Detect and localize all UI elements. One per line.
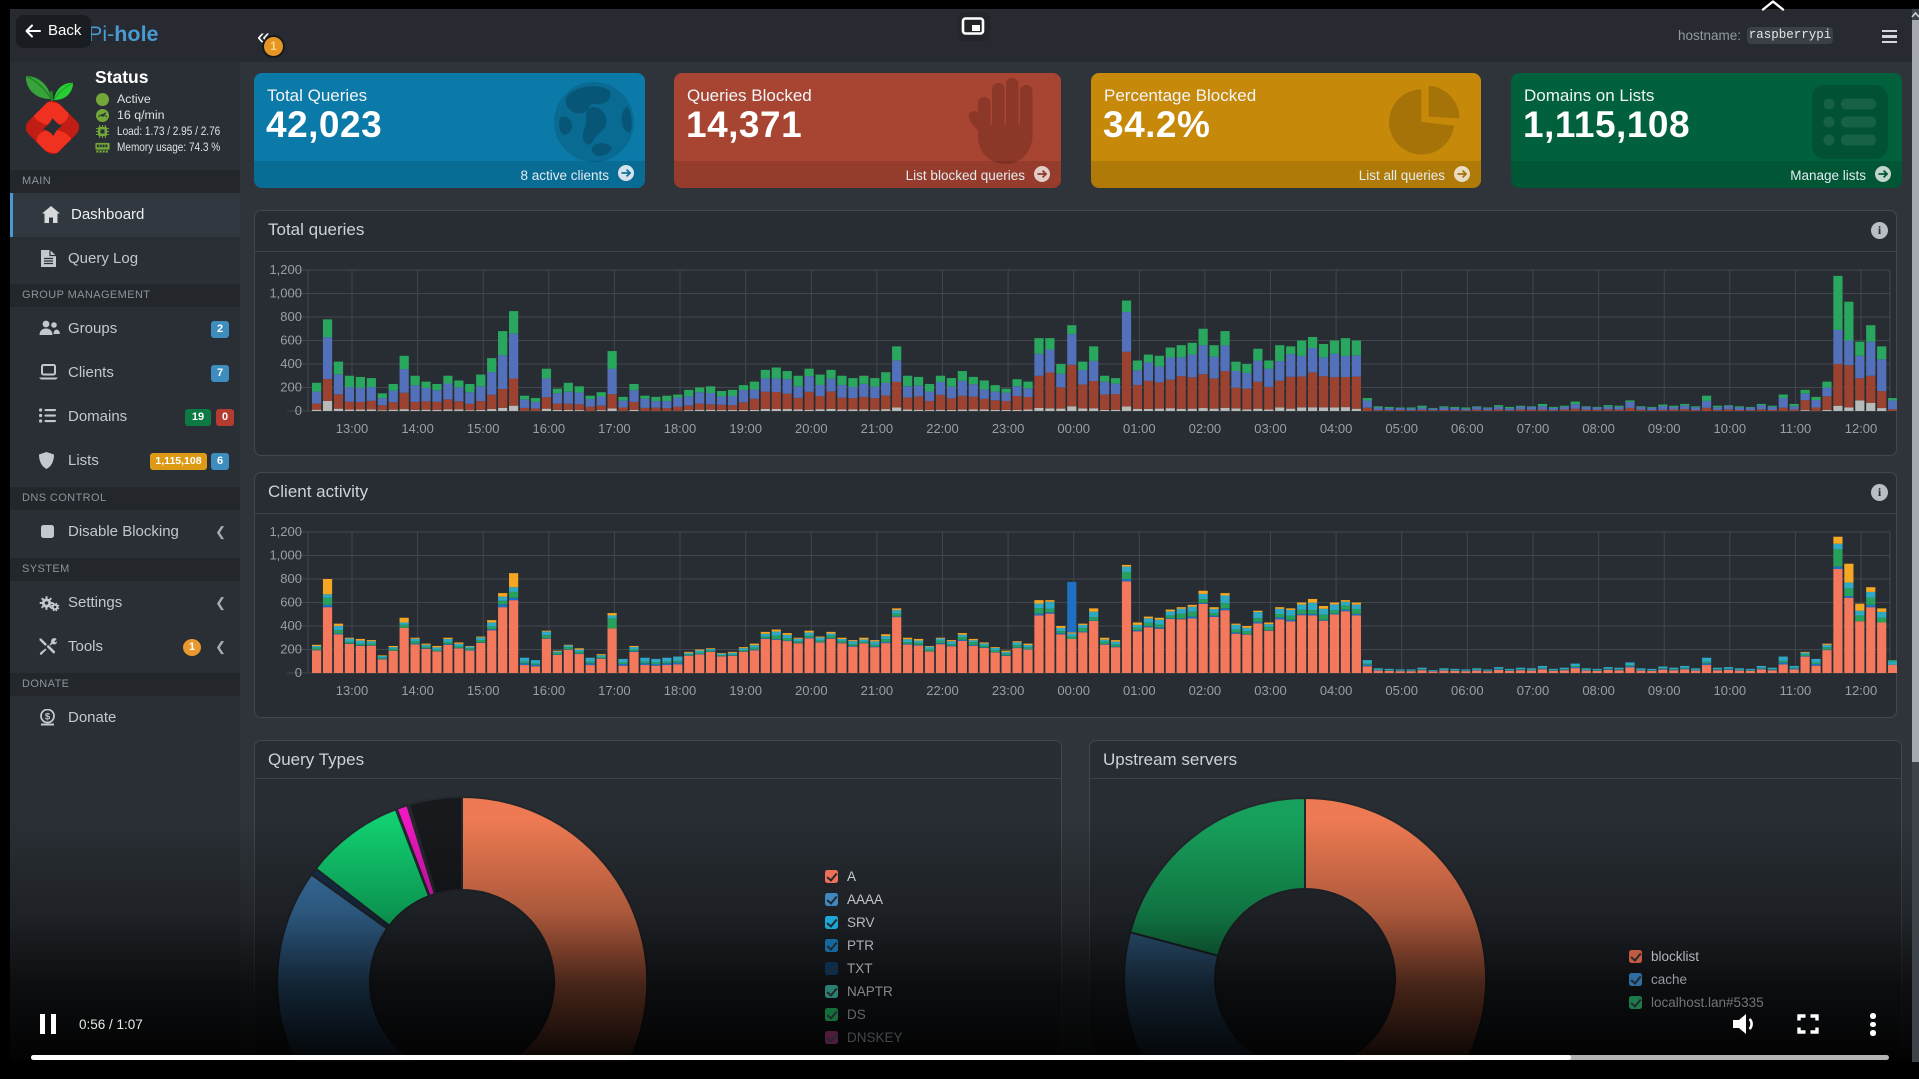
svg-text:1,200: 1,200 [269, 524, 302, 539]
svg-text:21:00: 21:00 [861, 421, 894, 436]
svg-text:08:00: 08:00 [1582, 421, 1615, 436]
svg-text:10:00: 10:00 [1714, 421, 1747, 436]
svg-text:02:00: 02:00 [1189, 421, 1222, 436]
svg-text:09:00: 09:00 [1648, 683, 1681, 698]
svg-text:20:00: 20:00 [795, 421, 828, 436]
svg-text:00:00: 00:00 [1057, 421, 1090, 436]
svg-text:09:00: 09:00 [1648, 421, 1681, 436]
svg-text:06:00: 06:00 [1451, 683, 1484, 698]
svg-text:200: 200 [280, 642, 302, 657]
svg-text:400: 400 [280, 356, 302, 371]
svg-text:10:00: 10:00 [1714, 683, 1747, 698]
svg-text:14:00: 14:00 [401, 683, 434, 698]
svg-text:22:00: 22:00 [926, 421, 959, 436]
svg-text:06:00: 06:00 [1451, 421, 1484, 436]
svg-text:13:00: 13:00 [336, 683, 369, 698]
svg-text:07:00: 07:00 [1517, 421, 1550, 436]
svg-text:12:00: 12:00 [1845, 421, 1878, 436]
svg-text:15:00: 15:00 [467, 421, 500, 436]
svg-text:03:00: 03:00 [1254, 421, 1287, 436]
svg-text:14:00: 14:00 [401, 421, 434, 436]
svg-text:01:00: 01:00 [1123, 421, 1156, 436]
svg-text:23:00: 23:00 [992, 683, 1025, 698]
svg-text:18:00: 18:00 [664, 421, 697, 436]
svg-text:07:00: 07:00 [1517, 683, 1550, 698]
svg-text:0: 0 [295, 665, 302, 680]
svg-text:17:00: 17:00 [598, 683, 631, 698]
svg-text:17:00: 17:00 [598, 421, 631, 436]
svg-text:19:00: 19:00 [729, 421, 762, 436]
svg-text:$: $ [45, 712, 51, 723]
svg-text:21:00: 21:00 [861, 683, 894, 698]
svg-text:23:00: 23:00 [992, 421, 1025, 436]
svg-text:04:00: 04:00 [1320, 683, 1353, 698]
svg-text:12:00: 12:00 [1845, 683, 1878, 698]
svg-text:02:00: 02:00 [1189, 683, 1222, 698]
svg-text:01:00: 01:00 [1123, 683, 1156, 698]
svg-text:16:00: 16:00 [533, 683, 566, 698]
svg-text:19:00: 19:00 [729, 683, 762, 698]
svg-text:04:00: 04:00 [1320, 421, 1353, 436]
svg-text:11:00: 11:00 [1780, 421, 1812, 436]
svg-text:400: 400 [280, 618, 302, 633]
svg-text:0: 0 [295, 403, 302, 418]
svg-text:18:00: 18:00 [664, 683, 697, 698]
svg-text:08:00: 08:00 [1582, 683, 1615, 698]
svg-text:20:00: 20:00 [795, 683, 828, 698]
svg-text:22:00: 22:00 [926, 683, 959, 698]
svg-text:13:00: 13:00 [336, 421, 369, 436]
svg-text:05:00: 05:00 [1385, 421, 1418, 436]
svg-text:03:00: 03:00 [1254, 683, 1287, 698]
svg-text:15:00: 15:00 [467, 683, 500, 698]
svg-text:00:00: 00:00 [1057, 683, 1090, 698]
svg-text:600: 600 [280, 333, 302, 348]
svg-text:1,000: 1,000 [269, 286, 302, 301]
svg-text:800: 800 [280, 571, 302, 586]
svg-text:11:00: 11:00 [1780, 683, 1812, 698]
svg-text:1,000: 1,000 [269, 548, 302, 563]
svg-text:1,200: 1,200 [269, 262, 302, 277]
svg-text:200: 200 [280, 380, 302, 395]
svg-text:800: 800 [280, 309, 302, 324]
svg-text:05:00: 05:00 [1385, 683, 1418, 698]
svg-text:600: 600 [280, 595, 302, 610]
svg-text:16:00: 16:00 [533, 421, 566, 436]
